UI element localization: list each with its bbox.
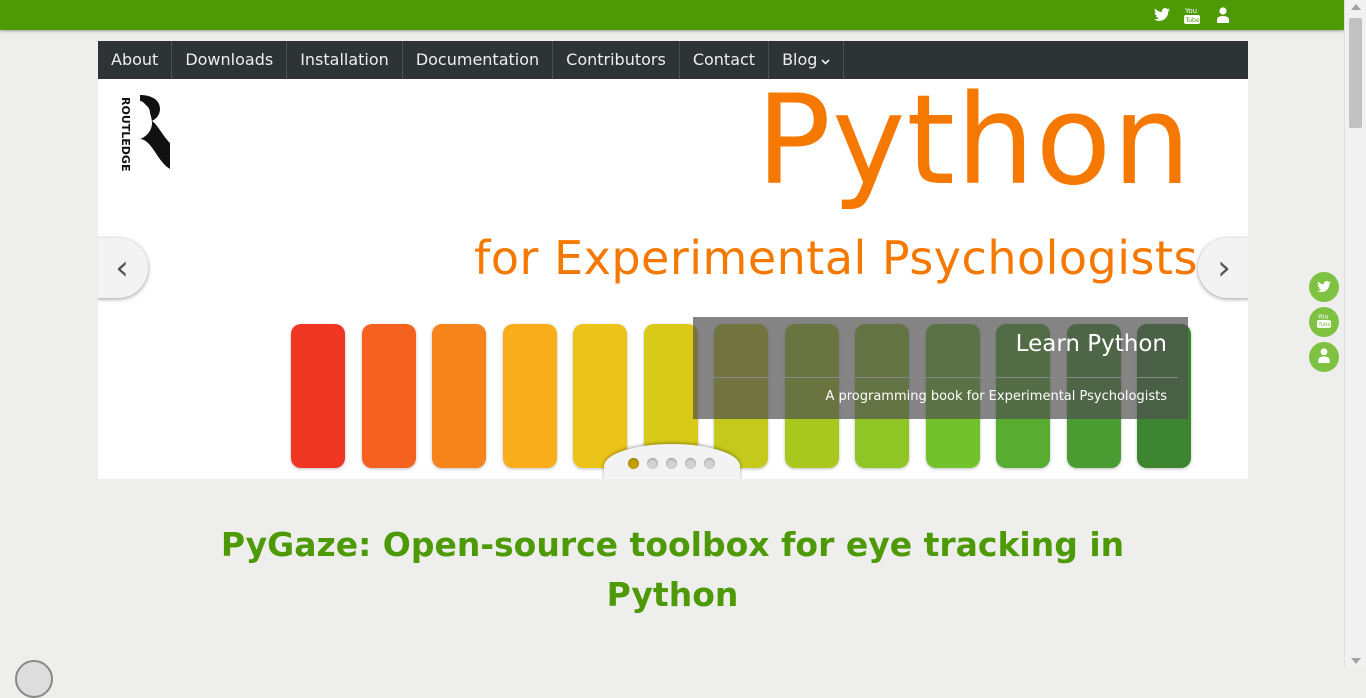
nav-item-label: Blog [782, 50, 818, 69]
nav-item-blog[interactable]: Blog [769, 41, 845, 82]
chevron-right-icon: › [1217, 248, 1231, 288]
slide-caption: Learn Python A programming book for Expe… [693, 317, 1188, 419]
slider-dot[interactable] [666, 458, 677, 469]
color-bar [361, 324, 416, 468]
nav-item-label: About [111, 50, 159, 69]
slider-dot[interactable] [704, 458, 715, 469]
caption-divider [703, 377, 1178, 378]
scrollbar-thumb[interactable] [1349, 18, 1362, 128]
nav-item-label: Contributors [566, 50, 666, 69]
color-bar [291, 324, 345, 468]
slide-subtitle: for Experimental Psychologists [474, 231, 1198, 285]
twitter-icon[interactable] [1153, 6, 1171, 24]
nav-item-contact[interactable]: Contact [680, 41, 770, 79]
chevron-left-icon: ‹ [115, 248, 129, 288]
nav-item-downloads[interactable]: Downloads [172, 41, 288, 79]
user-icon[interactable] [1214, 6, 1232, 24]
top-bar: You Tube [0, 0, 1344, 30]
page-title: PyGaze: Open-source toolbox for eye trac… [220, 525, 1125, 614]
page-scrollbar[interactable] [1344, 0, 1366, 668]
slider-next-button[interactable]: › [1198, 238, 1248, 298]
nav-item-installation[interactable]: Installation [287, 41, 403, 79]
user-icon [1318, 347, 1330, 367]
hero-slider: ROUTLEDGE Python for Experimental Psycho… [98, 79, 1248, 479]
svg-text:You: You [1184, 7, 1197, 15]
nav-item-label: Contact [692, 50, 756, 69]
slide-title: Python [756, 79, 1192, 213]
nav-item-contributors[interactable]: Contributors [553, 41, 680, 79]
slider-prev-button[interactable]: ‹ [98, 238, 148, 298]
logo-text: ROUTLEDGE [119, 97, 132, 171]
scroll-down-icon[interactable] [1351, 658, 1361, 664]
youtube-icon: You Tube [1317, 311, 1331, 333]
side-youtube-button[interactable]: You Tube [1309, 307, 1339, 337]
scroll-up-icon[interactable] [1351, 4, 1361, 10]
color-bar [573, 324, 627, 468]
main-nav: About Downloads Installation Documentati… [98, 41, 1248, 79]
twitter-icon [1317, 278, 1331, 297]
nav-item-about[interactable]: About [98, 41, 173, 79]
caption-text: A programming book for Experimental Psyc… [825, 389, 1167, 404]
color-bar [502, 324, 557, 468]
caption-title: Learn Python [1015, 331, 1167, 357]
svg-text:Tube: Tube [1185, 17, 1200, 24]
svg-text:Tube: Tube [1317, 322, 1330, 328]
nav-item-label: Installation [300, 50, 389, 69]
chevron-down-icon [821, 44, 831, 82]
youtube-icon[interactable]: You Tube [1183, 6, 1201, 24]
slider-dot[interactable] [685, 458, 696, 469]
color-bar [432, 324, 486, 468]
nav-item-label: Downloads [185, 50, 274, 69]
slider-dot[interactable] [647, 458, 658, 469]
svg-text:You: You [1317, 313, 1329, 320]
nav-item-label: Documentation [415, 50, 540, 69]
routledge-logo: ROUTLEDGE [116, 93, 172, 173]
slider-dot[interactable] [628, 458, 639, 469]
side-user-button[interactable] [1309, 342, 1339, 372]
nav-item-documentation[interactable]: Documentation [403, 41, 554, 79]
side-twitter-button[interactable] [1309, 272, 1339, 302]
chat-widget-icon[interactable] [15, 660, 53, 698]
